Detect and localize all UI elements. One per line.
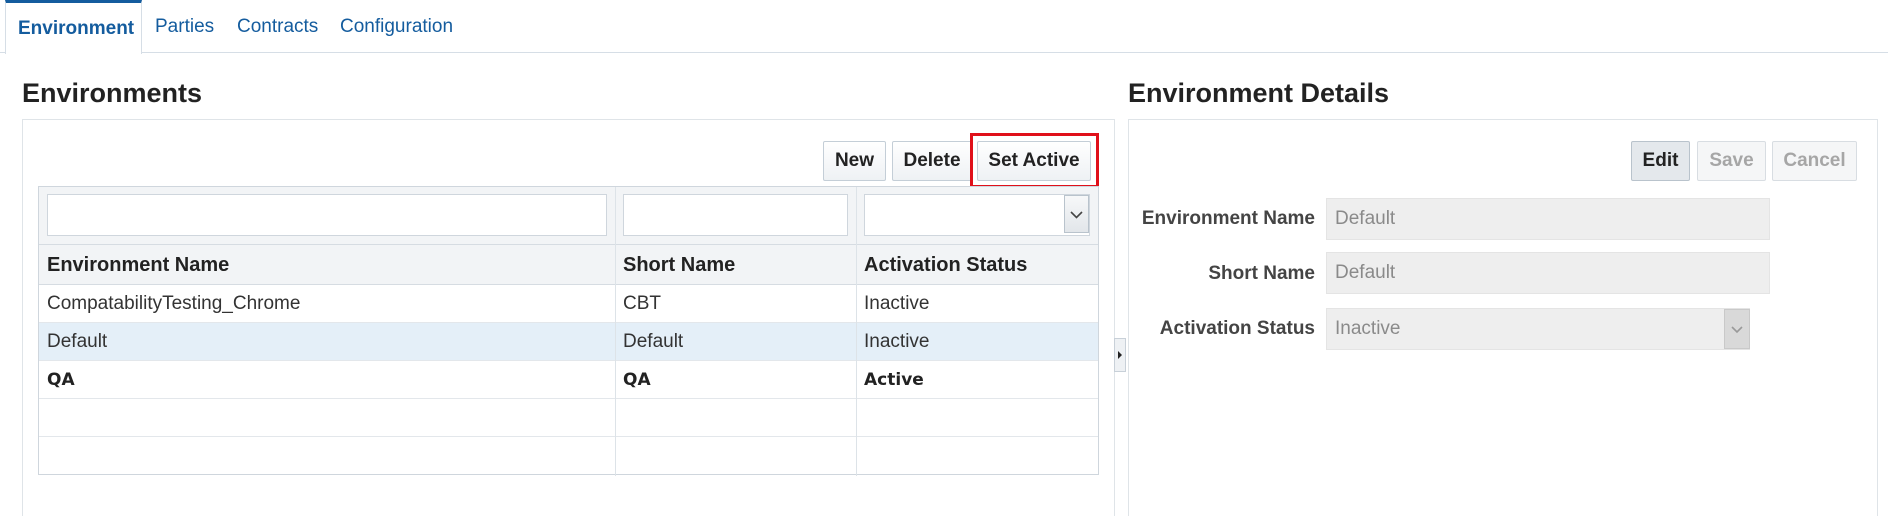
filter-row	[39, 187, 1098, 245]
environment-name-cell: Default	[47, 331, 108, 352]
panel-splitter-handle[interactable]	[1114, 338, 1126, 372]
environment-details-title: Environment Details	[1128, 78, 1390, 108]
activation-status-filter-select[interactable]	[864, 194, 1090, 236]
short-name-cell: Default	[623, 331, 684, 352]
short-name-label: Short Name	[1208, 263, 1315, 284]
table-row[interactable]: CompatabilityTesting_Chrome CBT Inactive	[39, 285, 1098, 323]
delete-button[interactable]: Delete	[892, 141, 972, 181]
table-row-active[interactable]: QA QA Active	[39, 361, 1098, 399]
filter-dropdown-button[interactable]	[1064, 195, 1089, 233]
save-button[interactable]: Save	[1697, 141, 1766, 181]
activation-status-cell: Inactive	[864, 331, 930, 352]
environment-name-field[interactable]: Default	[1326, 198, 1770, 240]
activation-status-label: Activation Status	[1159, 318, 1315, 339]
environments-title: Environments	[22, 78, 203, 108]
table-header: Environment Name Short Name Activation S…	[39, 245, 1098, 285]
short-name-field[interactable]: Default	[1326, 252, 1770, 294]
column-header-short-name[interactable]: Short Name	[623, 245, 735, 285]
chevron-down-icon	[1070, 211, 1083, 219]
environment-name-label: Environment Name	[1141, 208, 1315, 229]
column-divider	[615, 187, 616, 476]
table-row-empty	[39, 399, 1098, 437]
environment-name-cell: QA	[47, 370, 75, 390]
column-header-environment-name[interactable]: Environment Name	[47, 245, 229, 285]
tab-parties[interactable]: Parties	[143, 0, 226, 53]
table-row-selected[interactable]: Default Default Inactive	[39, 323, 1098, 361]
tab-environment[interactable]: Environment	[5, 0, 142, 54]
environment-name-filter-input[interactable]	[47, 194, 607, 236]
tab-bar: Environment Parties Contracts Configurat…	[0, 0, 1888, 54]
caret-right-icon	[1118, 351, 1122, 359]
activation-status-cell: Inactive	[864, 293, 930, 314]
table-row-empty	[39, 437, 1098, 475]
activation-status-cell: Active	[864, 370, 924, 390]
chevron-down-icon	[1731, 326, 1743, 334]
short-name-cell: QA	[623, 370, 651, 390]
tab-configuration[interactable]: Configuration	[328, 0, 465, 53]
environments-table: Environment Name Short Name Activation S…	[38, 186, 1099, 476]
cancel-button[interactable]: Cancel	[1772, 141, 1857, 181]
column-divider	[856, 187, 857, 476]
activation-status-dropdown-button[interactable]	[1724, 309, 1750, 349]
new-button[interactable]: New	[823, 141, 886, 181]
short-name-cell: CBT	[623, 293, 661, 314]
activation-status-select[interactable]: Inactive	[1326, 308, 1750, 350]
edit-button[interactable]: Edit	[1631, 141, 1690, 181]
short-name-filter-input[interactable]	[623, 194, 848, 236]
column-header-activation-status[interactable]: Activation Status	[864, 245, 1027, 285]
set-active-highlight	[970, 133, 1099, 188]
tab-contracts[interactable]: Contracts	[225, 0, 330, 53]
environment-name-cell: CompatabilityTesting_Chrome	[47, 293, 301, 314]
